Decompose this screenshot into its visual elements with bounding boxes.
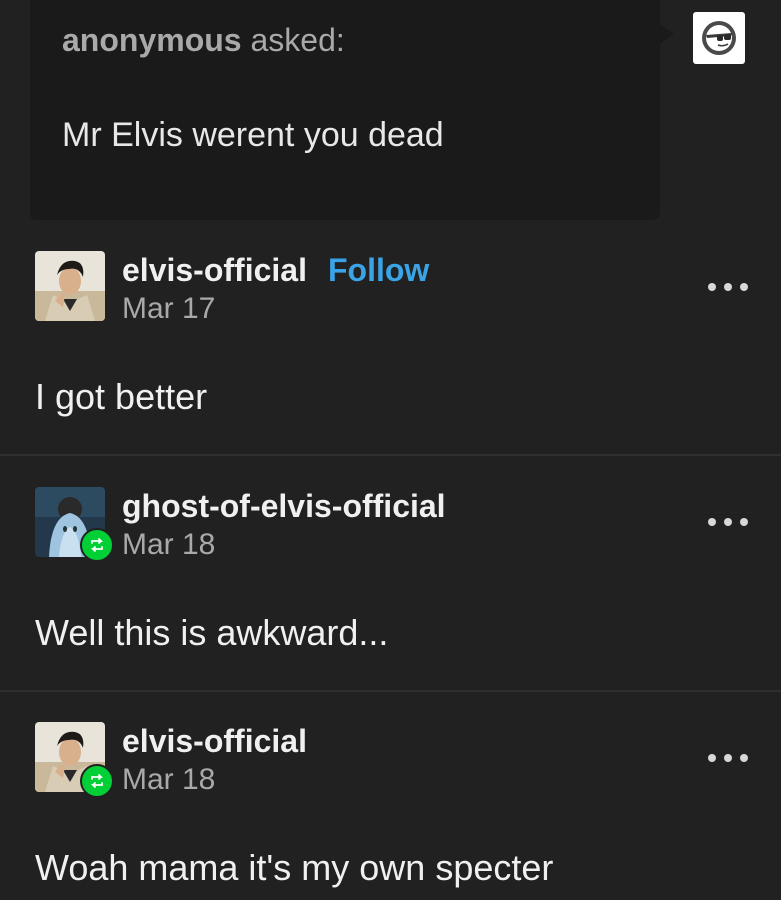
asker-name[interactable]: anonymous	[62, 22, 242, 58]
post-body-text: Well this is awkward...	[35, 612, 389, 653]
elvis-avatar-image	[35, 251, 105, 321]
post-date[interactable]: Mar 18	[122, 763, 215, 797]
anonymous-avatar[interactable]	[693, 12, 745, 64]
post-username[interactable]: ghost-of-elvis-official	[122, 488, 446, 525]
dot	[724, 283, 732, 291]
dot	[724, 754, 732, 762]
ask-bubble: anonymous asked: Mr Elvis werent you dea…	[30, 0, 674, 220]
asked-label: asked:	[250, 22, 345, 58]
dot	[740, 283, 748, 291]
ask-header: anonymous asked:	[62, 22, 345, 59]
dot	[708, 518, 716, 526]
post-date[interactable]: Mar 18	[122, 528, 215, 562]
dot	[724, 518, 732, 526]
post-body-text: I got better	[35, 376, 208, 417]
reblog-icon	[90, 774, 104, 788]
more-options-button[interactable]	[708, 748, 748, 768]
reblog-icon	[90, 538, 104, 552]
post-username[interactable]: elvis-official	[122, 252, 307, 289]
sunglasses-face-icon	[702, 21, 736, 55]
post-date[interactable]: Mar 17	[122, 292, 215, 326]
follow-button[interactable]: Follow	[328, 252, 429, 289]
avatar[interactable]	[35, 251, 105, 321]
dot	[708, 754, 716, 762]
more-options-button[interactable]	[708, 512, 748, 532]
ask-question: Mr Elvis werent you dead	[62, 116, 444, 154]
dot	[740, 754, 748, 762]
post-body-text: Woah mama it's my own specter	[35, 847, 554, 888]
post-divider	[0, 690, 781, 692]
reblog-badge	[80, 528, 114, 562]
dot	[708, 283, 716, 291]
dot	[740, 518, 748, 526]
reblog-badge	[80, 764, 114, 798]
more-options-button[interactable]	[708, 277, 748, 297]
post-divider	[0, 454, 781, 456]
post-username[interactable]: elvis-official	[122, 723, 307, 760]
